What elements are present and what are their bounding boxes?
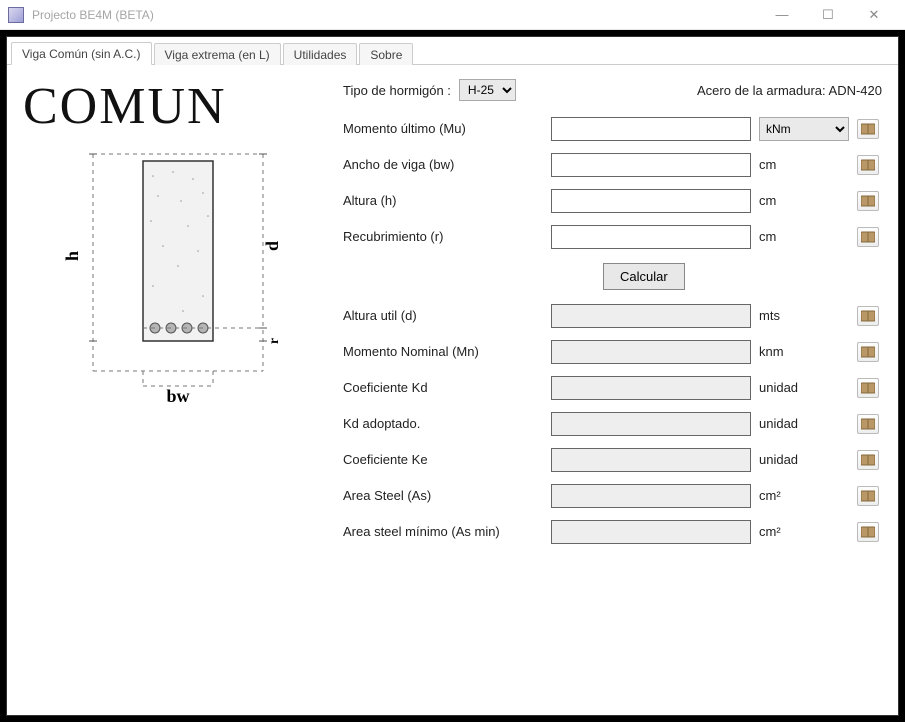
unit-as-min: cm²: [759, 524, 849, 539]
label-h: Altura (h): [343, 193, 543, 208]
help-bw-button[interactable]: [857, 155, 879, 175]
app-icon: [8, 7, 24, 23]
unit-kd: unidad: [759, 380, 849, 395]
output-d: [551, 304, 751, 328]
unit-ke: unidad: [759, 452, 849, 467]
unit-r: cm: [759, 229, 849, 244]
help-mn-button[interactable]: [857, 342, 879, 362]
help-d-button[interactable]: [857, 306, 879, 326]
help-kd-adopt-button[interactable]: [857, 414, 879, 434]
output-as: [551, 484, 751, 508]
concrete-type-select[interactable]: H-25: [459, 79, 516, 101]
window-title: Projecto BE4M (BETA): [32, 8, 154, 22]
tab-viga-extrema[interactable]: Viga extrema (en L): [154, 43, 281, 65]
input-r[interactable]: [551, 225, 751, 249]
label-d: Altura util (d): [343, 308, 543, 323]
output-kd-adopt: [551, 412, 751, 436]
label-kd: Coeficiente Kd: [343, 380, 543, 395]
tab-utilidades[interactable]: Utilidades: [283, 43, 358, 65]
label-ke: Coeficiente Ke: [343, 452, 543, 467]
output-kd: [551, 376, 751, 400]
unit-mn: knm: [759, 344, 849, 359]
input-bw[interactable]: [551, 153, 751, 177]
svg-text:bw: bw: [166, 386, 189, 406]
output-mn: [551, 340, 751, 364]
concrete-type-label: Tipo de hormigón :: [343, 83, 451, 98]
label-mu: Momento último (Mu): [343, 121, 543, 136]
close-button[interactable]: ✕: [851, 0, 897, 30]
output-as-min: [551, 520, 751, 544]
svg-text:r: r: [267, 338, 282, 344]
unit-d: mts: [759, 308, 849, 323]
unit-bw: cm: [759, 157, 849, 172]
label-bw: Ancho de viga (bw): [343, 157, 543, 172]
svg-text:h: h: [62, 251, 82, 261]
unit-kd-adopt: unidad: [759, 416, 849, 431]
help-h-button[interactable]: [857, 191, 879, 211]
unit-h: cm: [759, 193, 849, 208]
label-mn: Momento Nominal (Mn): [343, 344, 543, 359]
beam-diagram: h d r bw: [53, 146, 303, 406]
unit-mu-select[interactable]: kNm: [759, 117, 849, 141]
label-as-min: Area steel mínimo (As min): [343, 524, 543, 539]
page-title: COMUN: [23, 77, 323, 136]
help-r-button[interactable]: [857, 227, 879, 247]
output-ke: [551, 448, 751, 472]
input-h[interactable]: [551, 189, 751, 213]
tab-viga-comun[interactable]: Viga Común (sin A.C.): [11, 42, 152, 65]
calculate-button[interactable]: Calcular: [603, 263, 685, 290]
label-as: Area Steel (As): [343, 488, 543, 503]
titlebar: Projecto BE4M (BETA) — ☐ ✕: [0, 0, 905, 30]
unit-as: cm²: [759, 488, 849, 503]
maximize-button[interactable]: ☐: [805, 0, 851, 30]
input-mu[interactable]: [551, 117, 751, 141]
help-kd-button[interactable]: [857, 378, 879, 398]
svg-text:d: d: [262, 241, 282, 251]
tab-sobre[interactable]: Sobre: [359, 43, 413, 65]
label-r: Recubrimiento (r): [343, 229, 543, 244]
help-mu-button[interactable]: [857, 119, 879, 139]
minimize-button[interactable]: —: [759, 0, 805, 30]
tabbar: Viga Común (sin A.C.) Viga extrema (en L…: [7, 37, 898, 65]
help-as-min-button[interactable]: [857, 522, 879, 542]
help-as-button[interactable]: [857, 486, 879, 506]
rebar-steel-label: Acero de la armadura: ADN-420: [697, 83, 882, 98]
label-kd-adopt: Kd adoptado.: [343, 416, 543, 431]
help-ke-button[interactable]: [857, 450, 879, 470]
